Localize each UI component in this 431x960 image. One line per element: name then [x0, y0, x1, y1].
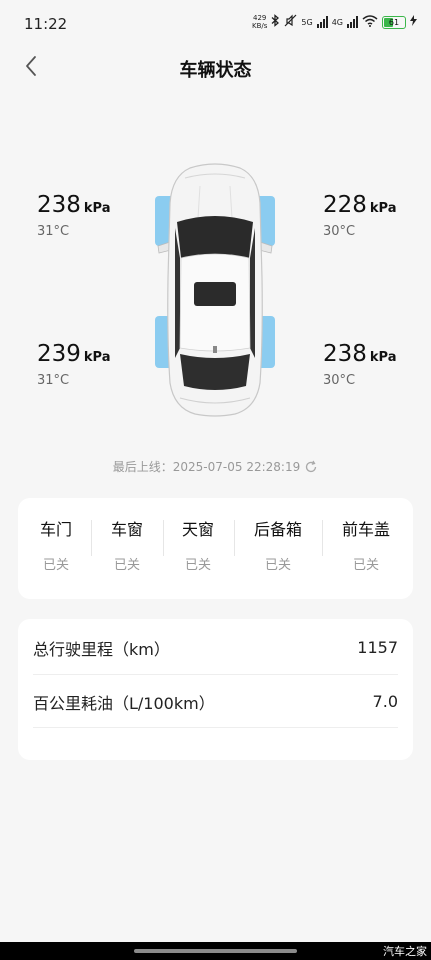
stat-row-mileage: 总行驶里程（km） 1157: [33, 621, 398, 674]
home-indicator[interactable]: [134, 949, 297, 953]
bluetooth-icon: [271, 14, 280, 30]
stat-value: 1157: [357, 638, 398, 657]
vehicle-stats-card: 总行驶里程（km） 1157 百公里耗油（L/100km） 7.0: [18, 619, 413, 760]
tire-pressure: 239: [37, 341, 81, 367]
status-hood: 前车盖 已关: [339, 516, 393, 573]
tire-pressure: 238: [37, 192, 81, 218]
network-5g: 5G: [301, 17, 313, 27]
pressure-unit: kPa: [83, 350, 111, 365]
stat-label: 百公里耗油（L/100km）: [33, 693, 215, 713]
pressure-unit: kPa: [369, 350, 397, 365]
tire-front-left: 238 kPa 31°C: [37, 192, 111, 239]
tire-temperature: 31°C: [37, 373, 70, 388]
divider: [234, 520, 235, 556]
tire-temperature: 31°C: [37, 224, 70, 239]
network-4g: 4G: [331, 17, 343, 27]
wifi-icon: [362, 14, 378, 30]
header: 车辆状态: [0, 44, 431, 90]
tire-temperature: 30°C: [323, 373, 356, 388]
status-window: 车窗 已关: [110, 520, 143, 573]
status-value: 已关: [352, 558, 379, 573]
vehicle-closure-status-card: 车门 已关 车窗 已关 天窗 已关 后备箱 已关 前车盖 已关: [18, 498, 413, 599]
tire-rear-left: 239 kPa 31°C: [37, 341, 111, 388]
divider: [163, 520, 164, 556]
status-icons: 429 KB/s 5G 4G 61: [252, 14, 417, 30]
tire-pressure: 228: [323, 192, 367, 218]
system-nav-bar: 汽车之家: [0, 942, 431, 960]
pressure-unit: kPa: [369, 201, 397, 216]
battery-icon: 61: [382, 15, 406, 29]
tire-rear-right: 238 kPa 30°C: [323, 341, 397, 388]
status-value: 已关: [264, 558, 291, 573]
mute-icon: [284, 14, 297, 30]
status-time: 11:22: [24, 15, 68, 33]
divider: [322, 520, 323, 556]
status-trunk: 后备箱 已关: [251, 516, 305, 573]
status-value: 已关: [113, 558, 140, 573]
status-value: 已关: [42, 558, 69, 573]
tire-temperature: 30°C: [323, 224, 356, 239]
refresh-icon[interactable]: [304, 460, 318, 474]
status-value: 已关: [184, 558, 211, 573]
status-door: 车门 已关: [39, 520, 72, 573]
signal-icon: [316, 16, 328, 28]
tire-pressure: 238: [323, 341, 367, 367]
pressure-unit: kPa: [83, 201, 111, 216]
sunroof: [194, 282, 236, 306]
tire-front-right: 228 kPa 30°C: [323, 192, 397, 239]
stat-value: 7.0: [372, 692, 398, 711]
page-title: 车辆状态: [179, 60, 252, 81]
status-bar: 11:22 429 KB/s 5G 4G 61: [0, 0, 431, 44]
signal-icon-2: [347, 16, 358, 28]
stat-label: 总行驶里程（km）: [33, 639, 170, 659]
watermark-text: 汽车之家: [383, 945, 427, 958]
divider: [91, 520, 92, 556]
car-top-view: [150, 158, 280, 420]
stat-row-fuel-consumption: 百公里耗油（L/100km） 7.0: [33, 675, 398, 728]
network-speed: 429 KB/s: [252, 14, 268, 30]
last-online-text: 最后上线：2025-07-05 22:28:19: [0, 458, 431, 475]
divider: [33, 727, 398, 728]
charging-icon: [410, 15, 417, 29]
status-sunroof: 天窗 已关: [181, 520, 214, 573]
